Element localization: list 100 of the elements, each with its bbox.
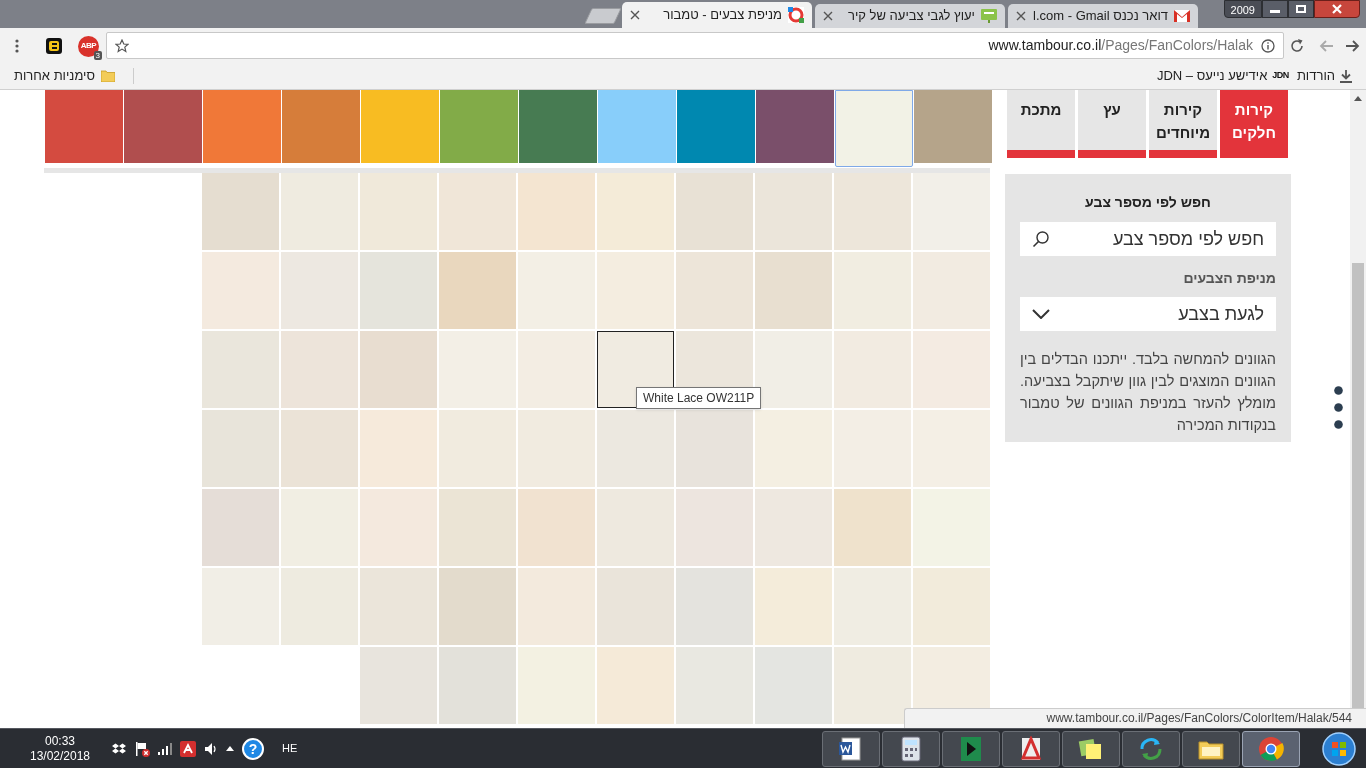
- speaker-icon[interactable]: [204, 741, 218, 756]
- reload-icon[interactable]: [1289, 37, 1305, 54]
- color-tile[interactable]: [755, 173, 832, 250]
- color-tile[interactable]: [913, 252, 990, 329]
- color-tile[interactable]: [913, 410, 990, 487]
- color-tile[interactable]: [676, 568, 753, 645]
- color-tile[interactable]: [913, 489, 990, 566]
- forward-icon[interactable]: [1345, 38, 1361, 53]
- color-tile[interactable]: [676, 647, 753, 724]
- address-bar[interactable]: www.tambour.co.il/Pages/FanColors/Halak: [106, 32, 1284, 59]
- flag-icon[interactable]: [134, 740, 150, 757]
- color-tile[interactable]: [676, 173, 753, 250]
- taskbar-button[interactable]: [882, 730, 940, 767]
- taskbar-button[interactable]: [1122, 730, 1180, 767]
- color-tile[interactable]: [281, 331, 358, 408]
- color-tile[interactable]: [281, 410, 358, 487]
- category-tab[interactable]: קירות מיוחדים: [1149, 90, 1217, 158]
- color-swatch[interactable]: [124, 90, 202, 163]
- back-icon[interactable]: [1318, 38, 1334, 53]
- fan-dropdown[interactable]: לגעת בצבע: [1020, 297, 1276, 331]
- more-icon[interactable]: [1334, 386, 1343, 429]
- category-tab[interactable]: קירות חלקים: [1220, 90, 1288, 158]
- color-tile[interactable]: [439, 252, 516, 329]
- color-tile[interactable]: [676, 252, 753, 329]
- tray-app-icon[interactable]: [180, 740, 196, 757]
- color-tile[interactable]: [834, 489, 911, 566]
- color-tile[interactable]: [597, 173, 674, 250]
- color-swatch[interactable]: [835, 90, 913, 167]
- color-tile[interactable]: [360, 647, 437, 724]
- maximize-button[interactable]: [1288, 0, 1314, 18]
- bookmark-folder-link[interactable]: סימניות אחרות: [14, 66, 95, 86]
- close-icon[interactable]: [823, 11, 833, 21]
- menu-icon[interactable]: [15, 38, 19, 53]
- scroll-up-icon[interactable]: [1354, 96, 1362, 101]
- start-orb-icon[interactable]: [1322, 731, 1356, 766]
- color-swatch[interactable]: [914, 90, 992, 163]
- close-button[interactable]: [1314, 0, 1360, 18]
- close-icon[interactable]: [1016, 11, 1026, 21]
- color-tile[interactable]: [913, 173, 990, 250]
- color-tile[interactable]: [518, 568, 595, 645]
- color-tile[interactable]: [439, 331, 516, 408]
- color-tile[interactable]: [755, 568, 832, 645]
- new-tab-button[interactable]: [584, 8, 622, 24]
- color-tile[interactable]: [834, 647, 911, 724]
- color-swatch[interactable]: [440, 90, 518, 163]
- taskbar-button[interactable]: [1182, 730, 1240, 767]
- color-tile[interactable]: [913, 331, 990, 408]
- color-tile[interactable]: [281, 173, 358, 250]
- color-tile[interactable]: [202, 489, 279, 566]
- color-tile[interactable]: [439, 489, 516, 566]
- color-tile[interactable]: [202, 568, 279, 645]
- color-tile[interactable]: [834, 252, 911, 329]
- color-tile[interactable]: [281, 568, 358, 645]
- color-tile[interactable]: [281, 252, 358, 329]
- color-swatch[interactable]: [282, 90, 360, 163]
- color-tile[interactable]: [755, 647, 832, 724]
- color-tile[interactable]: [439, 647, 516, 724]
- color-tile[interactable]: [202, 173, 279, 250]
- color-tile[interactable]: [360, 331, 437, 408]
- color-tile[interactable]: [360, 410, 437, 487]
- color-swatch[interactable]: [756, 90, 834, 163]
- color-tile[interactable]: [676, 489, 753, 566]
- color-tile[interactable]: [597, 568, 674, 645]
- color-tile[interactable]: [518, 647, 595, 724]
- color-tile[interactable]: [518, 489, 595, 566]
- language-indicator[interactable]: HE: [282, 740, 298, 757]
- browser-tab[interactable]: מניפת צבעים - טמבור: [622, 2, 812, 28]
- color-swatch[interactable]: [361, 90, 439, 163]
- color-tile[interactable]: [755, 410, 832, 487]
- color-tile[interactable]: [755, 331, 832, 408]
- color-tile[interactable]: [202, 331, 279, 408]
- color-tile[interactable]: [834, 173, 911, 250]
- close-icon[interactable]: [630, 10, 640, 20]
- color-tile[interactable]: [439, 173, 516, 250]
- browser-tab[interactable]: יעוץ לגבי צביעה של קיר: [815, 4, 1005, 28]
- color-tile[interactable]: [360, 489, 437, 566]
- star-icon[interactable]: [115, 38, 129, 53]
- color-tile[interactable]: [439, 568, 516, 645]
- color-tile[interactable]: [597, 647, 674, 724]
- category-tab[interactable]: עץ: [1078, 90, 1146, 158]
- minimize-button[interactable]: [1262, 0, 1288, 18]
- taskbar-button[interactable]: [1062, 730, 1120, 767]
- caret-up-icon[interactable]: [226, 746, 234, 751]
- category-tab[interactable]: מתכת: [1007, 90, 1075, 158]
- color-tile[interactable]: [202, 252, 279, 329]
- box-icon[interactable]: [112, 742, 126, 755]
- extension-icon[interactable]: [46, 37, 62, 54]
- color-tile[interactable]: [597, 252, 674, 329]
- taskbar-button[interactable]: [1242, 730, 1300, 767]
- color-tile[interactable]: [518, 173, 595, 250]
- help-button[interactable]: ?: [242, 737, 264, 760]
- color-tile[interactable]: [676, 410, 753, 487]
- color-tile[interactable]: [439, 410, 516, 487]
- color-swatch[interactable]: [45, 90, 123, 163]
- bookmark-link[interactable]: אידישע נייעס – JDN: [1156, 66, 1268, 86]
- color-tile[interactable]: [360, 252, 437, 329]
- signal-icon[interactable]: [158, 742, 172, 755]
- color-tile[interactable]: [202, 410, 279, 487]
- color-tile[interactable]: [597, 489, 674, 566]
- taskbar-button[interactable]: [822, 730, 880, 767]
